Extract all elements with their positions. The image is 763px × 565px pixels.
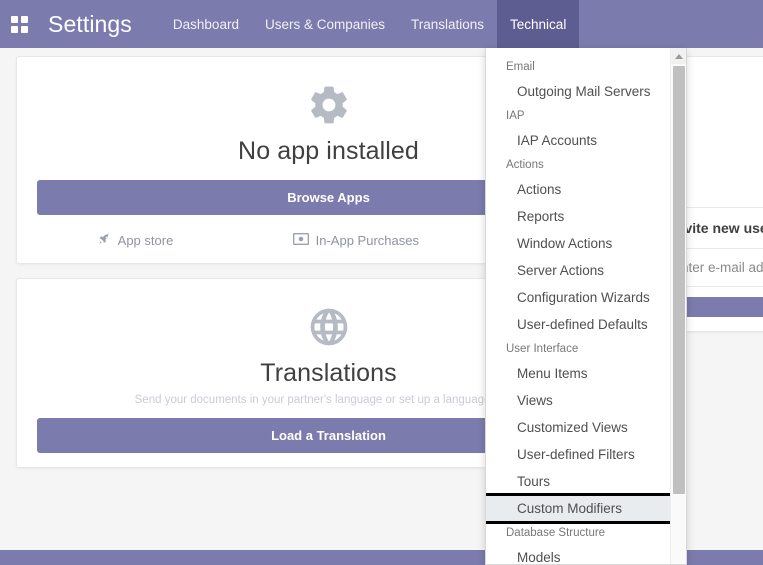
dropdown-item-custom-modifiers[interactable]: Custom Modifiers [485,495,687,522]
dropdown-item-models[interactable]: Models [486,544,686,565]
nav-item-translations[interactable]: Translations [398,0,497,48]
dropdown-item-user-defined-filters[interactable]: User-defined Filters [486,441,686,468]
dropdown-scrollbar[interactable] [670,48,686,565]
chevron-up-icon[interactable] [671,48,687,64]
dropdown-item-server-actions[interactable]: Server Actions [486,257,686,284]
app-store-link[interactable]: App store [97,231,174,249]
dropdown-item-user-defined-defaults[interactable]: User-defined Defaults [486,311,686,338]
app-store-label: App store [118,233,174,248]
dropdown-section-header: IAP [486,105,686,127]
dropdown-item-customized-views[interactable]: Customized Views [486,414,686,441]
dropdown-section-header: Actions [486,154,686,176]
dropdown-section-header: Database Structure [486,522,686,544]
dropdown-item-actions[interactable]: Actions [486,176,686,203]
app-root: Settings Dashboard Users & Companies Tra… [0,0,763,565]
navbar-menu: Dashboard Users & Companies Translations… [160,0,579,48]
dropdown-item-views[interactable]: Views [486,387,686,414]
dropdown-item-window-actions[interactable]: Window Actions [486,230,686,257]
money-icon [293,232,309,249]
dropdown-item-configuration-wizards[interactable]: Configuration Wizards [486,284,686,311]
nav-item-technical[interactable]: Technical [497,0,579,48]
dropdown-section-header: Email [486,56,686,78]
dropdown-item-iap-accounts[interactable]: IAP Accounts [486,127,686,154]
apps-grid-icon [11,16,28,33]
top-navbar: Settings Dashboard Users & Companies Tra… [0,0,763,48]
technical-dropdown-menu: EmailOutgoing Mail ServersIAPIAP Account… [485,48,687,565]
dropdown-list: EmailOutgoing Mail ServersIAPIAP Account… [486,56,686,565]
in-app-purchases-label: In-App Purchases [316,233,419,248]
in-app-purchases-link[interactable]: In-App Purchases [293,231,419,249]
brand-title: Settings [48,11,132,38]
dropdown-item-menu-items[interactable]: Menu Items [486,360,686,387]
rocket-icon [97,232,111,249]
nav-item-dashboard[interactable]: Dashboard [160,0,252,48]
dropdown-item-tours[interactable]: Tours [486,468,686,495]
apps-menu-button[interactable] [0,0,38,48]
scrollbar-thumb[interactable] [673,66,685,494]
nav-item-users-companies[interactable]: Users & Companies [252,0,398,48]
dropdown-section-header: User Interface [486,338,686,360]
dropdown-item-outgoing-mail-servers[interactable]: Outgoing Mail Servers [486,78,686,105]
dropdown-item-reports[interactable]: Reports [486,203,686,230]
